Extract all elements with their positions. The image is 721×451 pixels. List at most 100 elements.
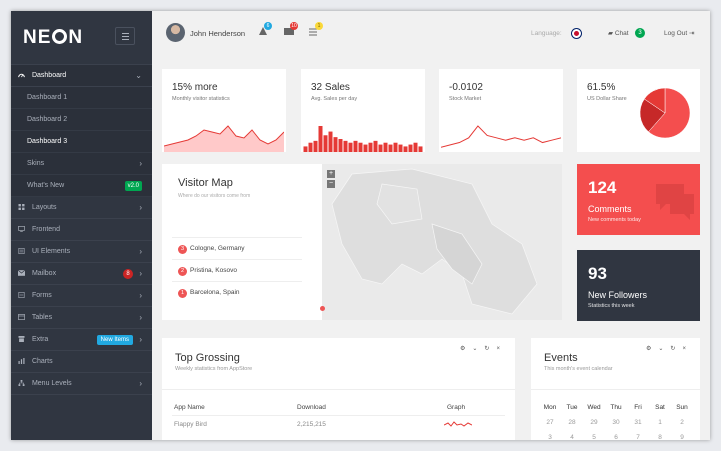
map-area[interactable] — [322, 164, 562, 320]
close-icon[interactable]: × — [496, 346, 500, 352]
bell-icon[interactable]: 6 — [258, 22, 272, 36]
gear-icon[interactable]: ⚙ — [646, 346, 651, 352]
calendar-day-header: Fri — [634, 404, 642, 411]
table-icon — [18, 314, 25, 320]
calendar-date[interactable]: 3 — [539, 434, 561, 440]
column-header: App Name — [174, 404, 205, 411]
chat-link[interactable]: ▰ Chat — [608, 29, 629, 37]
extra-icon — [18, 336, 25, 342]
sales-bar — [343, 140, 348, 152]
sidebar-item-dashboard-1[interactable]: Dashboard 1 — [11, 87, 152, 109]
neon-logo[interactable]: NE N — [23, 27, 83, 49]
sidebar-item-mailbox[interactable]: Mailbox 8 › — [11, 263, 152, 285]
calendar-date[interactable]: 6 — [605, 434, 627, 440]
calendar-day-header: Tue — [566, 404, 578, 411]
map-title: Visitor Map — [178, 177, 233, 189]
top-header: John Henderson 6 10 1 Language: ▰ Chat 3… — [152, 11, 710, 55]
sidebar: NE N Dashboard ⌄ Dashboard 1 Dashboard 2 … — [11, 11, 152, 440]
uk-flag-icon[interactable] — [572, 29, 581, 38]
calendar-date[interactable]: 9 — [671, 434, 693, 440]
sidebar-item-charts[interactable]: Charts — [11, 351, 152, 373]
layout-icon — [18, 204, 25, 210]
map-shape — [322, 164, 562, 320]
stat-value: 32 Sales — [311, 82, 350, 93]
visitor-map-card: + − Visitor Map Where do our visitors co… — [162, 164, 562, 320]
calendar-date[interactable]: 7 — [627, 434, 649, 440]
calendar-date[interactable]: 31 — [627, 419, 649, 426]
sales-bar — [353, 140, 358, 152]
menu-toggle-button[interactable] — [115, 27, 135, 45]
events-panel: Events This month's event calendar ⚙ ⌄ ↻ × … — [531, 338, 700, 440]
comments-tile: 124 Comments New comments today — [577, 164, 700, 235]
refresh-icon[interactable]: ↻ — [670, 346, 675, 352]
column-header: Graph — [447, 404, 466, 411]
sidebar-item-extra[interactable]: Extra New Items › — [11, 329, 152, 351]
followers-subtitle: Statistics this week — [588, 303, 635, 309]
avatar[interactable] — [166, 23, 185, 42]
chevron-down-icon[interactable]: ⌄ — [472, 346, 477, 352]
gear-icon[interactable]: ⚙ — [460, 346, 465, 352]
location-item[interactable]: 2 Pristina, Kosovo — [172, 259, 302, 281]
chevron-down-icon[interactable]: ⌄ — [658, 346, 663, 352]
sales-bar — [418, 146, 423, 152]
sidebar-item-whats-new[interactable]: What's New v2.0 — [11, 175, 152, 197]
followers-title: New Followers — [588, 290, 648, 300]
stat-card-visitors: 15% more Monthly visitor statistics — [162, 69, 286, 152]
logout-link[interactable]: Log Out ⇥ — [664, 29, 694, 37]
sales-bar — [318, 126, 323, 152]
mailbox-count-badge: 8 — [123, 269, 133, 279]
sidebar-item-label: Dashboard — [31, 72, 67, 79]
sidebar-item-dashboard-3[interactable]: Dashboard 3 — [11, 131, 152, 153]
sales-bar — [303, 146, 308, 152]
version-badge: v2.0 — [124, 181, 142, 191]
sidebar-item-skins[interactable]: Skins › — [11, 153, 152, 175]
calendar-date[interactable]: 2 — [671, 419, 693, 426]
stock-sparkline — [441, 125, 561, 148]
calendar-date[interactable]: 28 — [561, 419, 583, 426]
calendar-date[interactable]: 4 — [561, 434, 583, 440]
sales-bar — [403, 146, 408, 152]
column-header: Download — [297, 404, 326, 411]
sales-bar — [378, 144, 383, 152]
sidebar-item-frontend[interactable]: Frontend — [11, 219, 152, 241]
panel-tools: ⚙ ⌄ ↻ × — [460, 345, 507, 352]
tasks-badge: 1 — [315, 22, 323, 30]
sidebar-item-dashboard[interactable]: Dashboard ⌄ — [11, 65, 152, 87]
sales-bar — [308, 142, 313, 152]
spark-line — [441, 125, 561, 148]
user-name[interactable]: John Henderson — [190, 29, 245, 38]
calendar-date[interactable]: 27 — [539, 419, 561, 426]
envelope-icon[interactable]: 10 — [284, 22, 298, 36]
chevron-right-icon: › — [139, 335, 142, 344]
sales-bar — [383, 142, 388, 152]
top-grossing-panel: Top Grossing Weekly statistics from AppS… — [162, 338, 515, 440]
map-marker[interactable] — [320, 306, 325, 311]
refresh-icon[interactable]: ↻ — [484, 346, 489, 352]
sidebar-item-menu-levels[interactable]: Menu Levels › — [11, 373, 152, 395]
zoom-out-button[interactable]: − — [327, 180, 335, 188]
location-item[interactable]: 3 Cologne, Germany — [172, 237, 302, 259]
sidebar-item-ui-elements[interactable]: UI Elements › — [11, 241, 152, 263]
calendar-day-header: Thu — [610, 404, 622, 411]
location-item[interactable]: 1 Barcelona, Spain — [172, 281, 302, 303]
calendar-date[interactable]: 8 — [649, 434, 671, 440]
sidebar-item-forms[interactable]: Forms › — [11, 285, 152, 307]
chevron-right-icon: › — [139, 269, 142, 278]
stat-value: 15% more — [172, 82, 218, 93]
close-icon[interactable]: × — [682, 346, 686, 352]
sales-bar — [358, 142, 363, 152]
calendar-date[interactable]: 30 — [605, 419, 627, 426]
sidebar-item-tables[interactable]: Tables › — [11, 307, 152, 329]
tasks-icon[interactable]: 1 — [309, 22, 323, 36]
sidebar-item-layouts[interactable]: Layouts › — [11, 197, 152, 219]
notification-badge: 6 — [264, 22, 272, 30]
sidebar-item-dashboard-2[interactable]: Dashboard 2 — [11, 109, 152, 131]
calendar-date[interactable]: 29 — [583, 419, 605, 426]
followers-count: 93 — [588, 264, 607, 283]
zoom-in-button[interactable]: + — [327, 170, 335, 178]
calendar-date[interactable]: 5 — [583, 434, 605, 440]
comments-subtitle: New comments today — [588, 217, 641, 223]
chevron-right-icon: › — [139, 159, 142, 168]
chevron-down-icon: ⌄ — [135, 71, 142, 80]
calendar-date[interactable]: 1 — [649, 419, 671, 426]
